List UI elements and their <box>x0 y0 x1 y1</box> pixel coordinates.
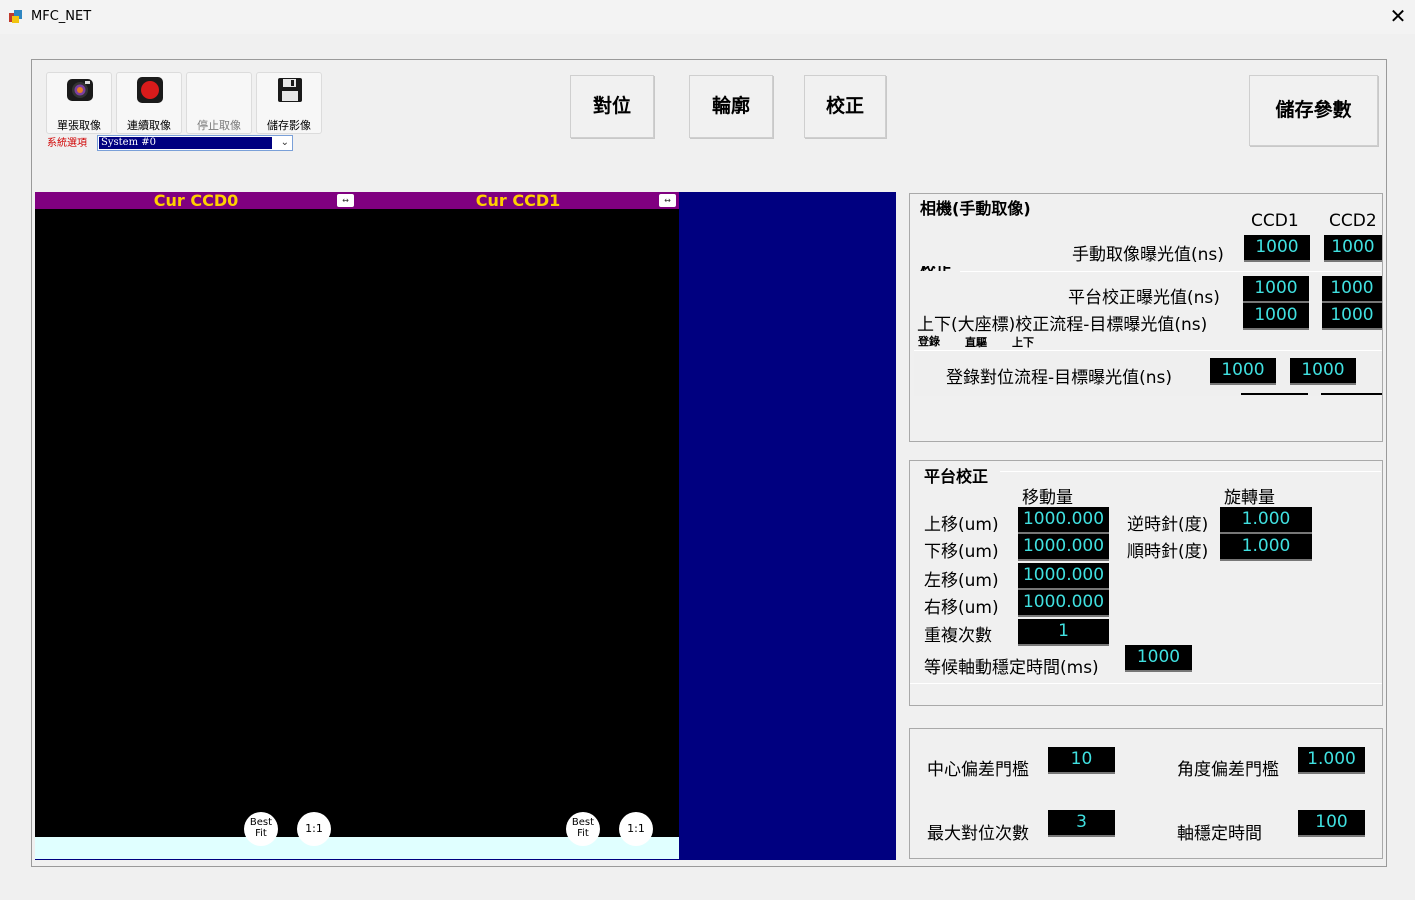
max-align-count-field[interactable]: 3 <box>1048 810 1115 837</box>
register-align-exposure-ccd1-field[interactable]: 1000 <box>1210 358 1276 385</box>
calibration-subgroup-title: 校正 <box>920 266 952 271</box>
floppy-disk-icon <box>278 78 302 102</box>
ccd2-column-header: CCD2 <box>1329 211 1377 231</box>
ccd0-one-to-one-button[interactable]: 1:1 <box>297 812 331 846</box>
updown-calib-exposure-ccd2-field[interactable]: 1000 <box>1322 303 1382 330</box>
register-align-exposure-label: 登錄對位流程-目標曝光值(ns) <box>946 368 1173 388</box>
system-option-value: System #0 <box>99 137 272 149</box>
move-right-label: 右移(um) <box>924 598 999 618</box>
calibration-subgroup-divider <box>960 271 1381 272</box>
angle-threshold-label: 角度偏差門檻 <box>1177 760 1279 780</box>
single-capture-label: 單張取像 <box>57 119 101 132</box>
ccd1-title: Cur CCD1 <box>475 191 561 210</box>
align-button[interactable]: 對位 <box>570 75 654 138</box>
move-up-label: 上移(um) <box>924 515 999 535</box>
ccd0-view[interactable]: Cur CCD0 ↔ Best Fit 1:1 <box>35 192 357 859</box>
platform-calib-title: 平台校正 <box>924 467 989 486</box>
ccd0-best-fit-button[interactable]: Best Fit <box>244 812 278 846</box>
contour-button[interactable]: 輪廓 <box>689 75 773 138</box>
platform-group-divider <box>910 683 1382 684</box>
ccd0-header: Cur CCD0 ↔ <box>35 192 357 209</box>
move-down-field[interactable]: 1000.000 <box>1018 534 1109 561</box>
angle-threshold-field[interactable]: 1.000 <box>1298 747 1365 774</box>
register-align-exposure-ccd2-field[interactable]: 1000 <box>1290 358 1356 385</box>
hidden-field-edge <box>1241 393 1308 395</box>
axis-settle-time-label: 軸穩定時間 <box>1177 824 1262 844</box>
stop-capture-label: 停止取像 <box>197 119 241 132</box>
system-option-label: 系統選項 <box>47 138 87 149</box>
ccd1-column-header: CCD1 <box>1251 211 1299 231</box>
window-title: MFC_NET <box>31 9 92 24</box>
move-right-field[interactable]: 1000.000 <box>1018 590 1109 617</box>
move-amount-header: 移動量 <box>1022 488 1073 508</box>
calibrate-button[interactable]: 校正 <box>804 75 886 138</box>
save-params-button[interactable]: 儲存參數 <box>1249 75 1378 146</box>
save-image-button[interactable]: 儲存影像 <box>256 72 322 134</box>
ccw-label: 逆時針(度) <box>1127 515 1209 535</box>
ccd1-one-to-one-button[interactable]: 1:1 <box>619 812 653 846</box>
title-bar <box>0 0 1415 34</box>
manual-exposure-label: 手動取像曝光值(ns) <box>1072 245 1224 265</box>
expand-icon[interactable]: ↔ <box>659 194 676 207</box>
center-threshold-label: 中心偏差門檻 <box>927 760 1029 780</box>
rotate-amount-header: 旋轉量 <box>1224 488 1275 508</box>
platform-title-line <box>1000 471 1381 472</box>
ccw-field[interactable]: 1.000 <box>1220 507 1312 534</box>
platform-calib-exposure-ccd2-field[interactable]: 1000 <box>1322 276 1382 303</box>
single-capture-button[interactable]: 單張取像 <box>46 72 112 134</box>
camera-group-title: 相機(手動取像) <box>920 199 1031 218</box>
continuous-capture-button[interactable]: 連續取像 <box>116 72 182 134</box>
manual-exposure-ccd1-field[interactable]: 1000 <box>1244 235 1310 262</box>
platform-calib-exposure-label: 平台校正曝光值(ns) <box>1068 288 1220 308</box>
chevron-down-icon: ⌄ <box>280 137 289 148</box>
repeat-count-field[interactable]: 1 <box>1018 619 1109 646</box>
platform-calib-exposure-ccd1-field[interactable]: 1000 <box>1243 276 1309 303</box>
center-threshold-field[interactable]: 10 <box>1048 747 1115 774</box>
move-up-field[interactable]: 1000.000 <box>1018 507 1109 534</box>
close-icon[interactable]: ✕ <box>1386 3 1410 29</box>
tab-direct-drive[interactable]: 直驅 <box>965 334 987 350</box>
ccd0-title: Cur CCD0 <box>153 191 239 210</box>
save-image-label: 儲存影像 <box>267 119 311 132</box>
stop-capture-button[interactable]: 停止取像 <box>186 72 252 134</box>
tab-register[interactable]: 登錄 <box>918 333 940 349</box>
cw-field[interactable]: 1.000 <box>1220 534 1312 561</box>
move-left-field[interactable]: 1000.000 <box>1018 563 1109 590</box>
move-down-label: 下移(um) <box>924 542 999 562</box>
ccd1-best-fit-button[interactable]: Best Fit <box>566 812 600 846</box>
repeat-count-label: 重複次數 <box>924 626 992 646</box>
cw-label: 順時針(度) <box>1127 542 1209 562</box>
move-left-label: 左移(um) <box>924 571 999 591</box>
updown-calib-exposure-label: 上下(大座標)校正流程-目標曝光值(ns) <box>917 315 1208 335</box>
expand-icon[interactable]: ↔ <box>337 194 354 207</box>
ccd1-view[interactable]: Cur CCD1 ↔ Best Fit 1:1 <box>357 192 679 859</box>
camera-icon <box>67 79 93 101</box>
axis-settle-time-field[interactable]: 100 <box>1298 810 1365 837</box>
system-option-select[interactable]: System #0 ⌄ <box>97 135 293 151</box>
ccd1-header: Cur CCD1 ↔ <box>357 192 679 209</box>
record-icon <box>137 77 163 103</box>
hidden-field-edge <box>1321 393 1382 395</box>
axis-settle-wait-label: 等候軸動穩定時間(ms) <box>924 658 1099 678</box>
max-align-count-label: 最大對位次數 <box>927 824 1029 844</box>
app-icon <box>9 10 22 23</box>
tab-updown[interactable]: 上下 <box>1012 334 1034 350</box>
updown-calib-exposure-ccd1-field[interactable]: 1000 <box>1243 303 1309 330</box>
manual-exposure-ccd2-field[interactable]: 1000 <box>1324 235 1382 262</box>
continuous-capture-label: 連續取像 <box>127 119 171 132</box>
axis-settle-wait-field[interactable]: 1000 <box>1125 645 1192 672</box>
